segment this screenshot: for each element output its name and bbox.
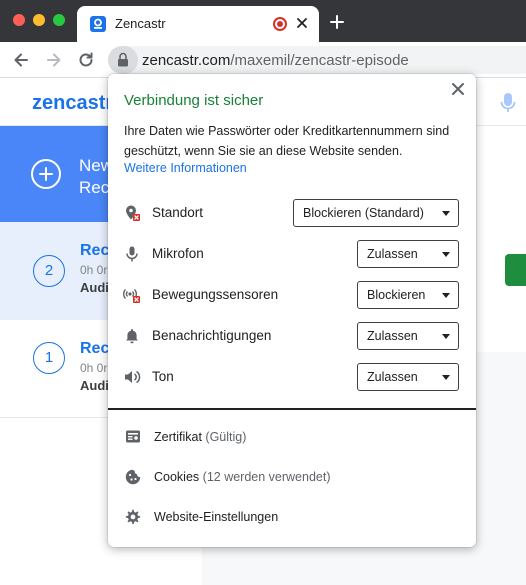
microphone-icon: [126, 246, 138, 262]
zencastr-logo[interactable]: zencastr: [32, 92, 112, 115]
reload-icon[interactable]: [76, 50, 96, 70]
permission-row-location: Standort Blockieren (Standard): [108, 199, 476, 227]
close-icon[interactable]: [451, 82, 465, 96]
microphone-status-icon: [500, 93, 516, 112]
permission-row-microphone: Mikrofon Zulassen: [108, 240, 476, 268]
bell-icon: [126, 329, 138, 344]
select-value: Zulassen: [367, 329, 418, 343]
recording-duration: 0h 0r: [80, 361, 108, 375]
window-close-button[interactable]: [13, 14, 25, 26]
chevron-down-icon: [442, 293, 450, 298]
permission-label: Ton: [152, 369, 174, 384]
green-action-button[interactable]: [505, 254, 526, 286]
motion-sensors-permission-select[interactable]: Blockieren: [357, 281, 459, 309]
logo-text: zencastr: [32, 92, 112, 114]
site-settings-label: Website-Einstellungen: [154, 510, 279, 524]
permission-row-motion-sensors: Bewegungssensoren Blockieren: [108, 281, 476, 309]
address-bar[interactable]: zencastr.com/maxemil/zencastr-episode: [108, 46, 526, 74]
certificate-status: (Gültig): [205, 430, 247, 444]
permission-label: Benachrichtigungen: [152, 328, 272, 343]
plus-circle-icon: [31, 159, 61, 189]
chevron-down-icon: [442, 375, 450, 380]
recording-number-badge: 2: [33, 255, 65, 287]
site-settings-row[interactable]: Website-Einstellungen: [108, 502, 476, 532]
browser-tab-strip: Zencastr: [0, 0, 526, 42]
select-value: Zulassen: [367, 370, 418, 384]
recording-duration: 0h 0r: [80, 263, 108, 277]
speaker-icon: [125, 370, 141, 384]
connection-secure-title: Verbindung ist sicher: [124, 92, 264, 109]
permission-label: Mikrofon: [152, 246, 204, 261]
permission-label: Standort: [152, 205, 204, 220]
url-path: /maxemil/zencastr-episode: [230, 52, 409, 69]
lock-icon: [118, 52, 128, 67]
recording-number-badge: 1: [33, 342, 65, 374]
select-value: Zulassen: [367, 247, 418, 261]
microphone-permission-select[interactable]: Zulassen: [357, 240, 459, 268]
select-value: Blockieren: [367, 288, 426, 302]
browser-tab-zencastr[interactable]: Zencastr: [77, 6, 319, 42]
sound-permission-select[interactable]: Zulassen: [357, 363, 459, 391]
site-info-button[interactable]: [108, 46, 138, 74]
permission-row-notifications: Benachrichtigungen Zulassen: [108, 322, 476, 350]
gear-icon: [125, 509, 141, 524]
permission-label: Bewegungssensoren: [152, 287, 279, 302]
chevron-down-icon: [442, 211, 450, 216]
chevron-down-icon: [442, 252, 450, 257]
recording-indicator-icon: [273, 17, 287, 31]
cookies-status: (12 werden verwendet): [202, 470, 331, 484]
forward-arrow-icon[interactable]: [44, 50, 64, 70]
location-permission-select[interactable]: Blockieren (Standard): [293, 199, 459, 227]
chevron-down-icon: [442, 334, 450, 339]
tab-title: Zencastr: [115, 16, 166, 31]
new-tab-icon[interactable]: [329, 14, 345, 30]
window-minimize-button[interactable]: [33, 14, 45, 26]
zencastr-favicon-icon: [90, 16, 106, 32]
cookies-row[interactable]: Cookies (12 werden verwendet): [108, 462, 476, 492]
more-info-link[interactable]: Weitere Informationen: [124, 161, 247, 175]
back-arrow-icon[interactable]: [11, 50, 31, 70]
certificate-icon: [126, 430, 140, 443]
certificate-row[interactable]: Zertifikat (Gültig): [108, 422, 476, 452]
browser-toolbar: zencastr.com/maxemil/zencastr-episode: [0, 42, 526, 78]
permission-row-sound: Ton Zulassen: [108, 363, 476, 391]
connection-description: Ihre Daten wie Passwörter oder Kreditkar…: [124, 124, 450, 158]
window-zoom-button[interactable]: [53, 14, 65, 26]
tab-close-icon[interactable]: [293, 14, 311, 32]
cookies-label: Cookies: [154, 470, 200, 484]
cookie-icon: [125, 469, 141, 485]
popup-divider: [108, 408, 476, 410]
location-blocked-icon: [126, 205, 140, 221]
certificate-label: Zertifikat: [154, 430, 202, 444]
site-info-popup: Verbindung ist sicher Ihre Daten wie Pas…: [108, 74, 476, 547]
notifications-permission-select[interactable]: Zulassen: [357, 322, 459, 350]
new-recording-label-line2: Rec: [79, 178, 110, 197]
motion-sensors-blocked-icon: [123, 289, 140, 303]
url-domain: zencastr.com: [142, 52, 231, 69]
select-value: Blockieren (Standard): [303, 206, 424, 220]
url-text: zencastr.com/maxemil/zencastr-episode: [142, 52, 409, 69]
